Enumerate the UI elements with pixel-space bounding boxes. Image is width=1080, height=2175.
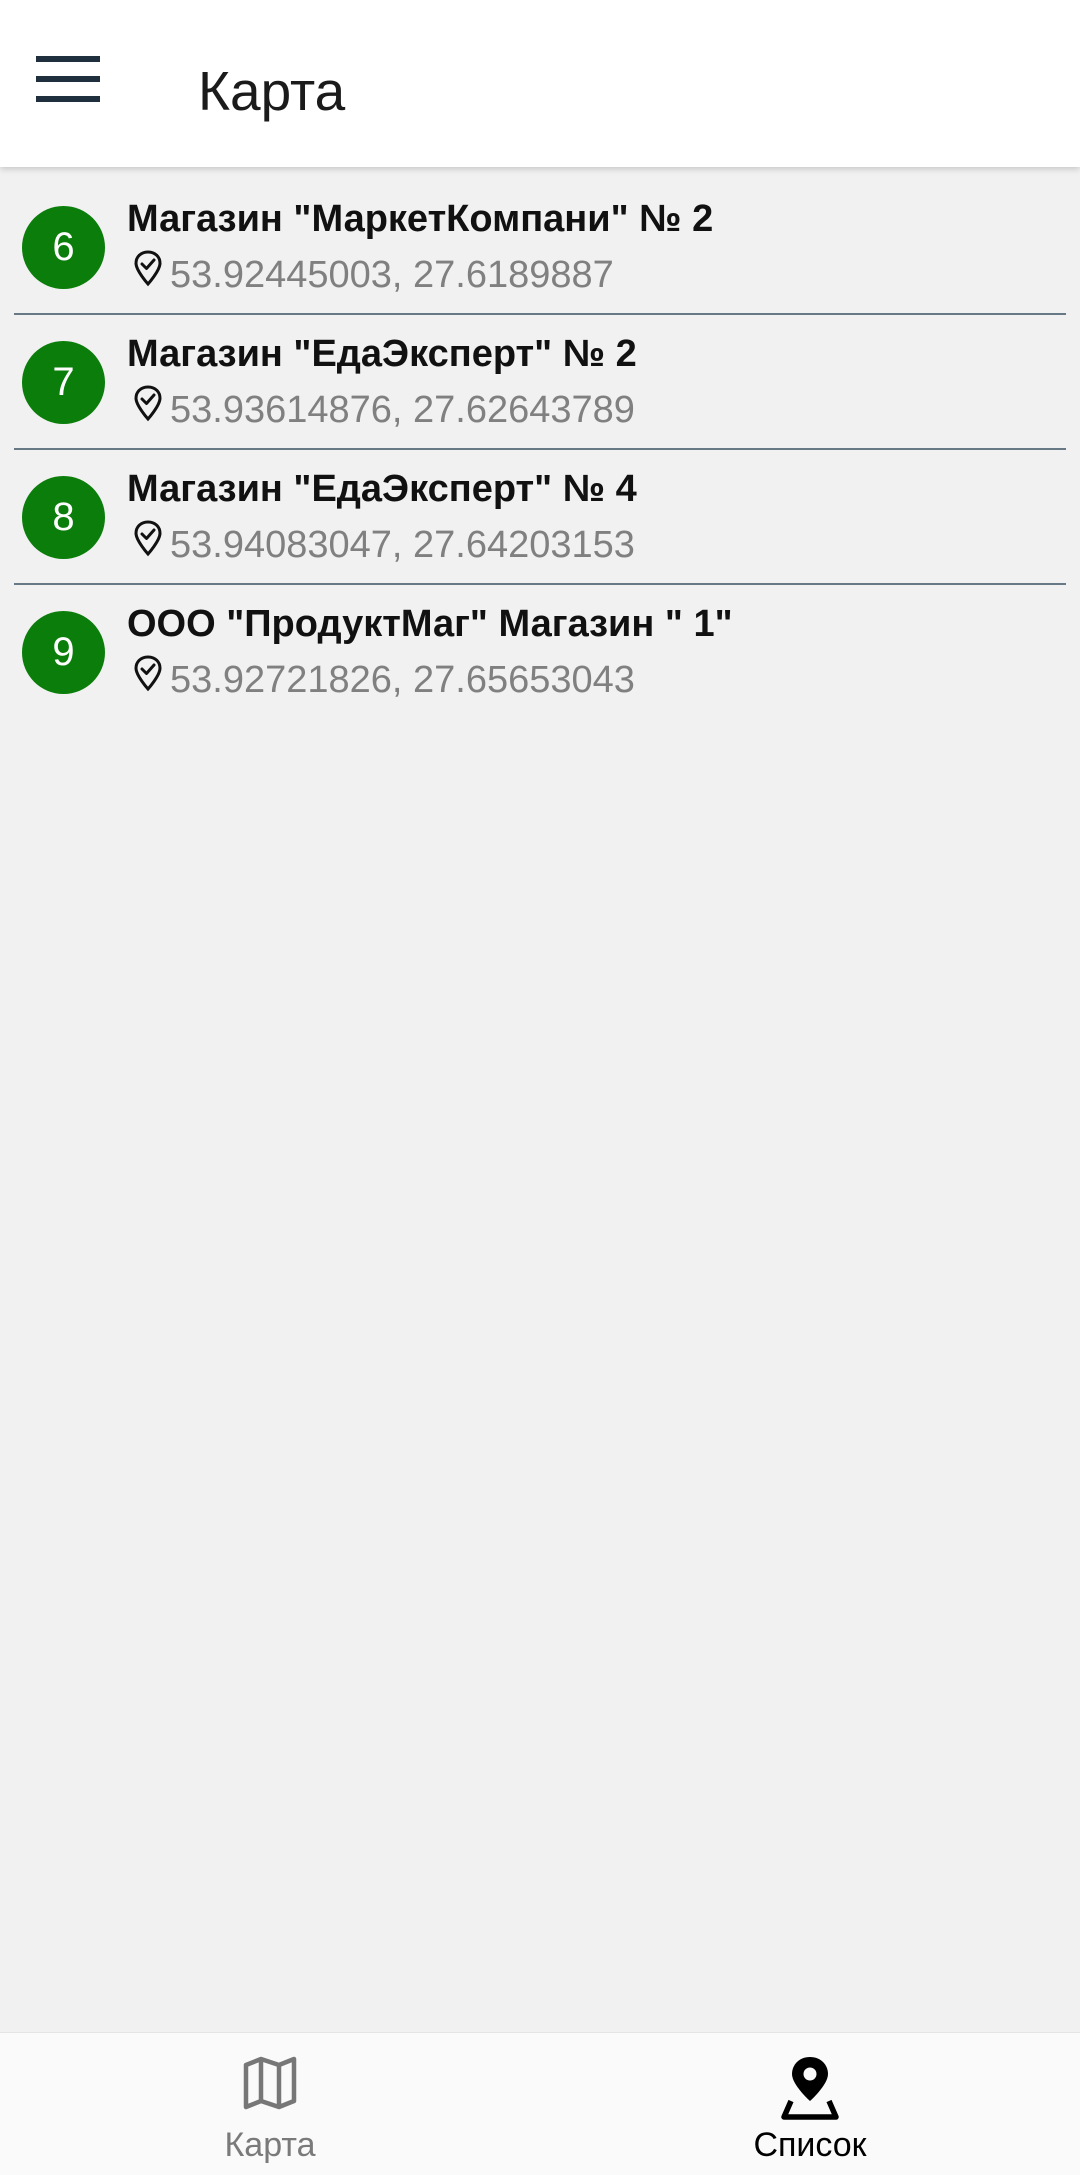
menu-button[interactable] — [36, 56, 122, 126]
store-number-badge: 9 — [22, 611, 105, 694]
nav-tab-map[interactable]: Карта — [0, 2033, 540, 2175]
map-marker-icon — [781, 2057, 839, 2120]
top-app-bar: Карта — [0, 0, 1080, 167]
list-item[interactable]: 6 Магазин "МаркетКомпани" № 2 53.9244500… — [0, 180, 1080, 315]
coordinates-text: 53.94083047, 27.64203153 — [170, 523, 635, 566]
coordinates-text: 53.92721826, 27.65653043 — [170, 658, 635, 701]
store-coordinates: 53.92721826, 27.65653043 — [132, 655, 635, 705]
store-coordinates: 53.93614876, 27.62643789 — [132, 385, 635, 435]
coordinates-text: 53.93614876, 27.62643789 — [170, 388, 635, 431]
location-pin-icon — [134, 250, 162, 287]
store-name: Магазин "ЕдаЭксперт" № 4 — [127, 468, 637, 510]
nav-tab-map-label: Карта — [224, 2126, 316, 2164]
bottom-navigation: Карта Список — [0, 2032, 1080, 2175]
store-name: Магазин "МаркетКомпани" № 2 — [127, 198, 714, 240]
coordinates-text: 53.92445003, 27.6189887 — [170, 253, 614, 296]
store-list: 6 Магазин "МаркетКомпани" № 2 53.9244500… — [0, 180, 1080, 720]
list-item[interactable]: 9 ООО "ПродуктМаг" Магазин " 1" 53.92721… — [0, 585, 1080, 720]
store-coordinates: 53.94083047, 27.64203153 — [132, 520, 635, 570]
nav-tab-list-label: Список — [753, 2126, 867, 2164]
store-name: Магазин "ЕдаЭксперт" № 2 — [127, 333, 637, 375]
page-title: Карта — [198, 60, 346, 122]
store-name: ООО "ПродуктМаг" Магазин " 1" — [127, 603, 733, 645]
hamburger-menu-icon — [36, 56, 100, 102]
store-number-badge: 6 — [22, 206, 105, 289]
location-pin-icon — [134, 385, 162, 422]
location-pin-icon — [134, 655, 162, 692]
list-item[interactable]: 7 Магазин "ЕдаЭксперт" № 2 53.93614876, … — [0, 315, 1080, 450]
nav-tab-list[interactable]: Список — [540, 2033, 1080, 2175]
location-pin-icon — [134, 520, 162, 557]
store-number-badge: 8 — [22, 476, 105, 559]
list-item[interactable]: 8 Магазин "ЕдаЭксперт" № 4 53.94083047, … — [0, 450, 1080, 585]
app-screen: Карта 6 Магазин "МаркетКомпани" № 2 53.9… — [0, 0, 1080, 2175]
map-icon — [243, 2056, 297, 2110]
store-coordinates: 53.92445003, 27.6189887 — [132, 250, 614, 300]
store-number-badge: 7 — [22, 341, 105, 424]
